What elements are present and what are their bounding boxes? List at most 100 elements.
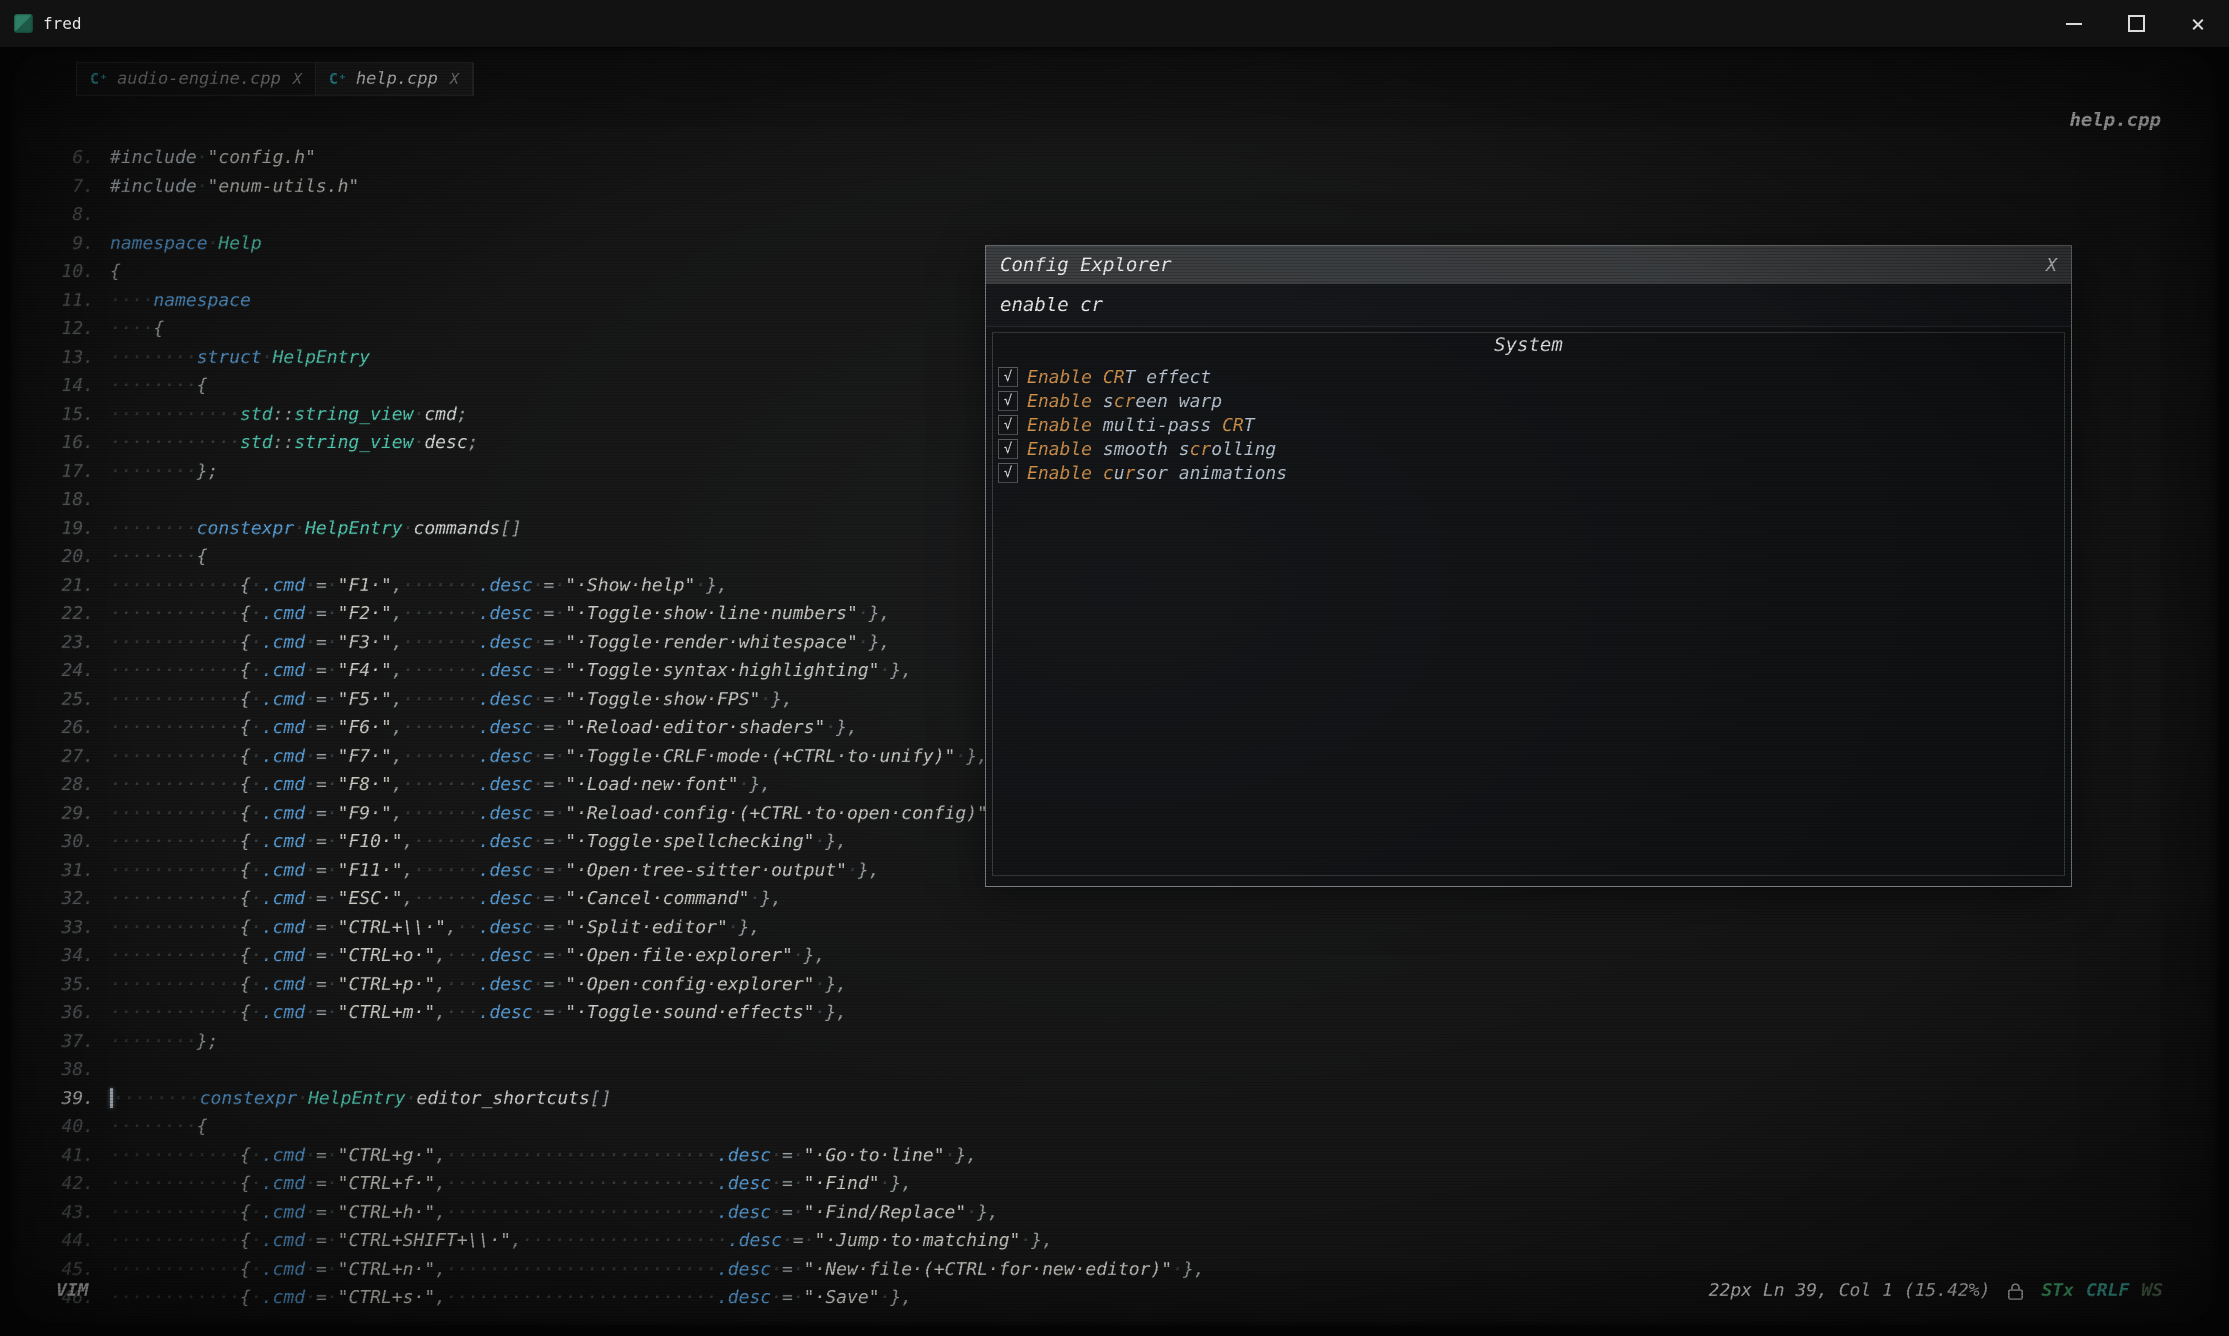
- code-line[interactable]: 35.············{·.cmd·=·"CTRL+p·",···.de…: [36, 971, 2219, 1000]
- tab-close-icon[interactable]: X: [293, 70, 302, 88]
- line-number: 44.: [36, 1227, 110, 1256]
- config-item-label: Enable screen warp: [1027, 391, 1222, 412]
- config-item[interactable]: √ Enable multi-pass CRT: [998, 413, 2059, 437]
- checkbox[interactable]: √: [998, 415, 1018, 435]
- config-item[interactable]: √ Enable cursor animations: [998, 461, 2059, 485]
- line-number: 22.: [36, 600, 110, 629]
- line-number: 10.: [36, 258, 110, 287]
- line-number: 11.: [36, 287, 110, 316]
- line-number: 41.: [36, 1142, 110, 1171]
- line-number: 15.: [36, 401, 110, 430]
- config-explorer-panel: Config Explorer X enable cr System √ Enab…: [985, 245, 2072, 887]
- code-line[interactable]: 40.········{: [36, 1113, 2219, 1142]
- line-number: 30.: [36, 828, 110, 857]
- line-number: 26.: [36, 714, 110, 743]
- app-icon: [14, 14, 33, 33]
- status-bar: VIM 22px Ln 39, Col 1 (15.42%) STx CRLF WS: [10, 1278, 2219, 1308]
- line-number: 12.: [36, 315, 110, 344]
- status-flags: STx CRLF WS: [2041, 1280, 2163, 1301]
- line-number: 29.: [36, 800, 110, 829]
- line-number: 42.: [36, 1170, 110, 1199]
- code-line[interactable]: 42.············{·.cmd·=·"CTRL+f·",······…: [36, 1170, 2219, 1199]
- current-file-label: help.cpp: [2069, 109, 2161, 131]
- minimize-icon: [2066, 23, 2082, 25]
- checkbox[interactable]: √: [998, 391, 1018, 411]
- line-number: 36.: [36, 999, 110, 1028]
- line-number: 28.: [36, 771, 110, 800]
- config-search-input[interactable]: enable cr: [986, 284, 2071, 327]
- cpp-file-icon: C⁺: [329, 70, 347, 88]
- status-flag-ws: WS: [2141, 1280, 2163, 1301]
- config-item-label: Enable CRT effect: [1027, 367, 1211, 388]
- maximize-icon: [2128, 15, 2145, 32]
- line-number: 6.: [36, 144, 110, 173]
- code-line[interactable]: 34.············{·.cmd·=·"CTRL+o·",···.de…: [36, 942, 2219, 971]
- code-line[interactable]: 36.············{·.cmd·=·"CTRL+m·",···.de…: [36, 999, 2219, 1028]
- code-line[interactable]: 44.············{·.cmd·=·"CTRL+SHIFT+\\·"…: [36, 1227, 2219, 1256]
- lock-icon: [2008, 1282, 2023, 1300]
- line-number: 23.: [36, 629, 110, 658]
- line-number: 19.: [36, 515, 110, 544]
- tab-audio-engine.cpp[interactable]: C⁺ audio-engine.cpp X: [77, 63, 316, 95]
- tab-help.cpp[interactable]: C⁺ help.cpp X: [316, 63, 473, 95]
- close-button[interactable]: ×: [2167, 0, 2229, 47]
- code-line[interactable]: 38.: [36, 1056, 2219, 1085]
- tab-label: audio-engine.cpp: [117, 69, 281, 89]
- minimize-button[interactable]: [2043, 0, 2105, 47]
- config-explorer-close-button[interactable]: X: [2046, 255, 2057, 276]
- code-line[interactable]: 6.#include·"config.h": [36, 144, 2219, 173]
- code-line[interactable]: 33.············{·.cmd·=·"CTRL+\\·",··.de…: [36, 914, 2219, 943]
- crt-screen: 6.#include·"config.h"7.#include·"enum-ut…: [10, 47, 2219, 1326]
- line-number: 35.: [36, 971, 110, 1000]
- line-number: 33.: [36, 914, 110, 943]
- config-item-label: Enable smooth scrolling: [1027, 439, 1276, 460]
- status-flag-crlf: CRLF: [2086, 1280, 2129, 1301]
- line-number: 37.: [36, 1028, 110, 1057]
- line-number: 7.: [36, 173, 110, 202]
- line-number: 18.: [36, 486, 110, 515]
- config-explorer-titlebar[interactable]: Config Explorer X: [986, 246, 2071, 284]
- code-line[interactable]: 41.············{·.cmd·=·"CTRL+g·",······…: [36, 1142, 2219, 1171]
- config-items-list: √ Enable CRT effect √ Enable screen warp √ En…: [986, 363, 2071, 487]
- config-section-header: System: [986, 327, 2071, 363]
- line-number: 8.: [36, 201, 110, 230]
- cursor-position-info: 22px Ln 39, Col 1 (15.42%): [1709, 1280, 1991, 1301]
- maximize-button[interactable]: [2105, 0, 2167, 47]
- config-item-label: Enable multi-pass CRT: [1027, 415, 1255, 436]
- line-number: 14.: [36, 372, 110, 401]
- checkbox[interactable]: √: [998, 463, 1018, 483]
- window-controls: ×: [2043, 0, 2229, 47]
- line-number: 20.: [36, 543, 110, 572]
- line-number: 9.: [36, 230, 110, 259]
- line-number: 16.: [36, 429, 110, 458]
- config-item[interactable]: √ Enable CRT effect: [998, 365, 2059, 389]
- line-number: 13.: [36, 344, 110, 373]
- code-line[interactable]: 39.········constexpr·HelpEntry·editor_sh…: [36, 1085, 2219, 1114]
- code-line[interactable]: 43.············{·.cmd·=·"CTRL+h·",······…: [36, 1199, 2219, 1228]
- line-number: 25.: [36, 686, 110, 715]
- config-item[interactable]: √ Enable smooth scrolling: [998, 437, 2059, 461]
- tab-label: help.cpp: [356, 69, 438, 89]
- config-explorer-title: Config Explorer: [1000, 254, 1172, 276]
- line-number: 21.: [36, 572, 110, 601]
- config-search-value: enable cr: [1000, 294, 1103, 316]
- line-number: 40.: [36, 1113, 110, 1142]
- config-item-label: Enable cursor animations: [1027, 463, 1287, 484]
- tab-close-icon[interactable]: X: [450, 70, 459, 88]
- code-line[interactable]: 8.: [36, 201, 2219, 230]
- mode-indicator: VIM: [56, 1280, 89, 1301]
- line-number: 24.: [36, 657, 110, 686]
- code-line[interactable]: 37.········};: [36, 1028, 2219, 1057]
- status-flag-stx: STx: [2041, 1280, 2074, 1301]
- line-number: 32.: [36, 885, 110, 914]
- checkbox[interactable]: √: [998, 439, 1018, 459]
- window-titlebar: fred ×: [0, 0, 2229, 47]
- checkbox[interactable]: √: [998, 367, 1018, 387]
- cpp-file-icon: C⁺: [90, 70, 108, 88]
- code-line[interactable]: 7.#include·"enum-utils.h": [36, 173, 2219, 202]
- code-line[interactable]: 32.············{·.cmd·=·"ESC·",······.de…: [36, 885, 2219, 914]
- window-title: fred: [43, 14, 82, 33]
- line-number: 38.: [36, 1056, 110, 1085]
- line-number: 39.: [36, 1085, 110, 1114]
- config-item[interactable]: √ Enable screen warp: [998, 389, 2059, 413]
